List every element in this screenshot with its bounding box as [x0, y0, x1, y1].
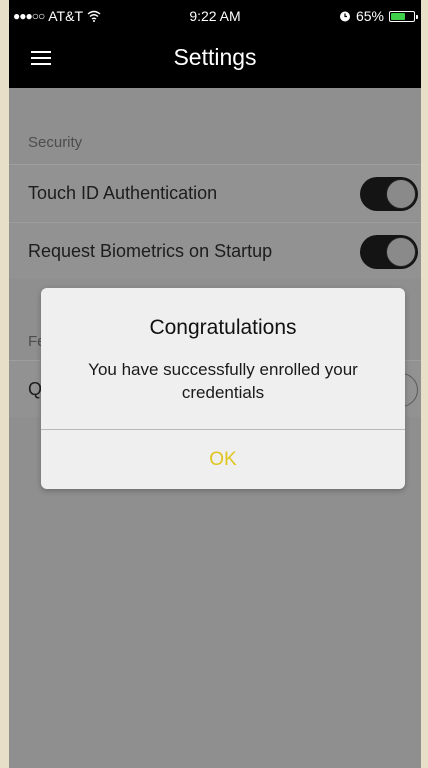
battery-fill	[391, 12, 406, 20]
setting-row-touch-id: Touch ID Authentication	[9, 164, 421, 221]
setting-label: Q	[28, 379, 43, 399]
setting-label: Touch ID Authentication	[28, 183, 218, 203]
touch-id-toggle[interactable]	[360, 177, 418, 211]
request-biometrics-toggle[interactable]	[360, 235, 418, 269]
page-title: Settings	[173, 44, 257, 70]
congratulations-dialog: Congratulations You have successfully en…	[41, 288, 405, 489]
section-header-security: Security	[28, 134, 83, 151]
navigation-bar: Settings	[9, 30, 421, 88]
setting-row-request-biometrics: Request Biometrics on Startup	[9, 222, 421, 279]
status-bar: ●●●○○ AT&T 9:22 AM 65%	[9, 0, 421, 30]
setting-label: Request Biometrics on Startup	[28, 241, 273, 261]
alarm-clock-icon	[339, 11, 350, 22]
battery-icon	[389, 10, 418, 22]
phone-screen: ●●●○○ AT&T 9:22 AM 65% Settings Security…	[9, 0, 421, 768]
toggle-knob	[386, 237, 416, 267]
battery-nub	[416, 14, 418, 19]
toggle-knob	[386, 179, 416, 209]
dialog-title: Congratulations	[149, 316, 297, 339]
dialog-message: You have successfully enrolled your cred…	[88, 360, 358, 402]
battery-percentage: 65%	[355, 8, 384, 24]
ok-button[interactable]: OK	[41, 430, 405, 489]
status-right: 65%	[339, 8, 418, 24]
